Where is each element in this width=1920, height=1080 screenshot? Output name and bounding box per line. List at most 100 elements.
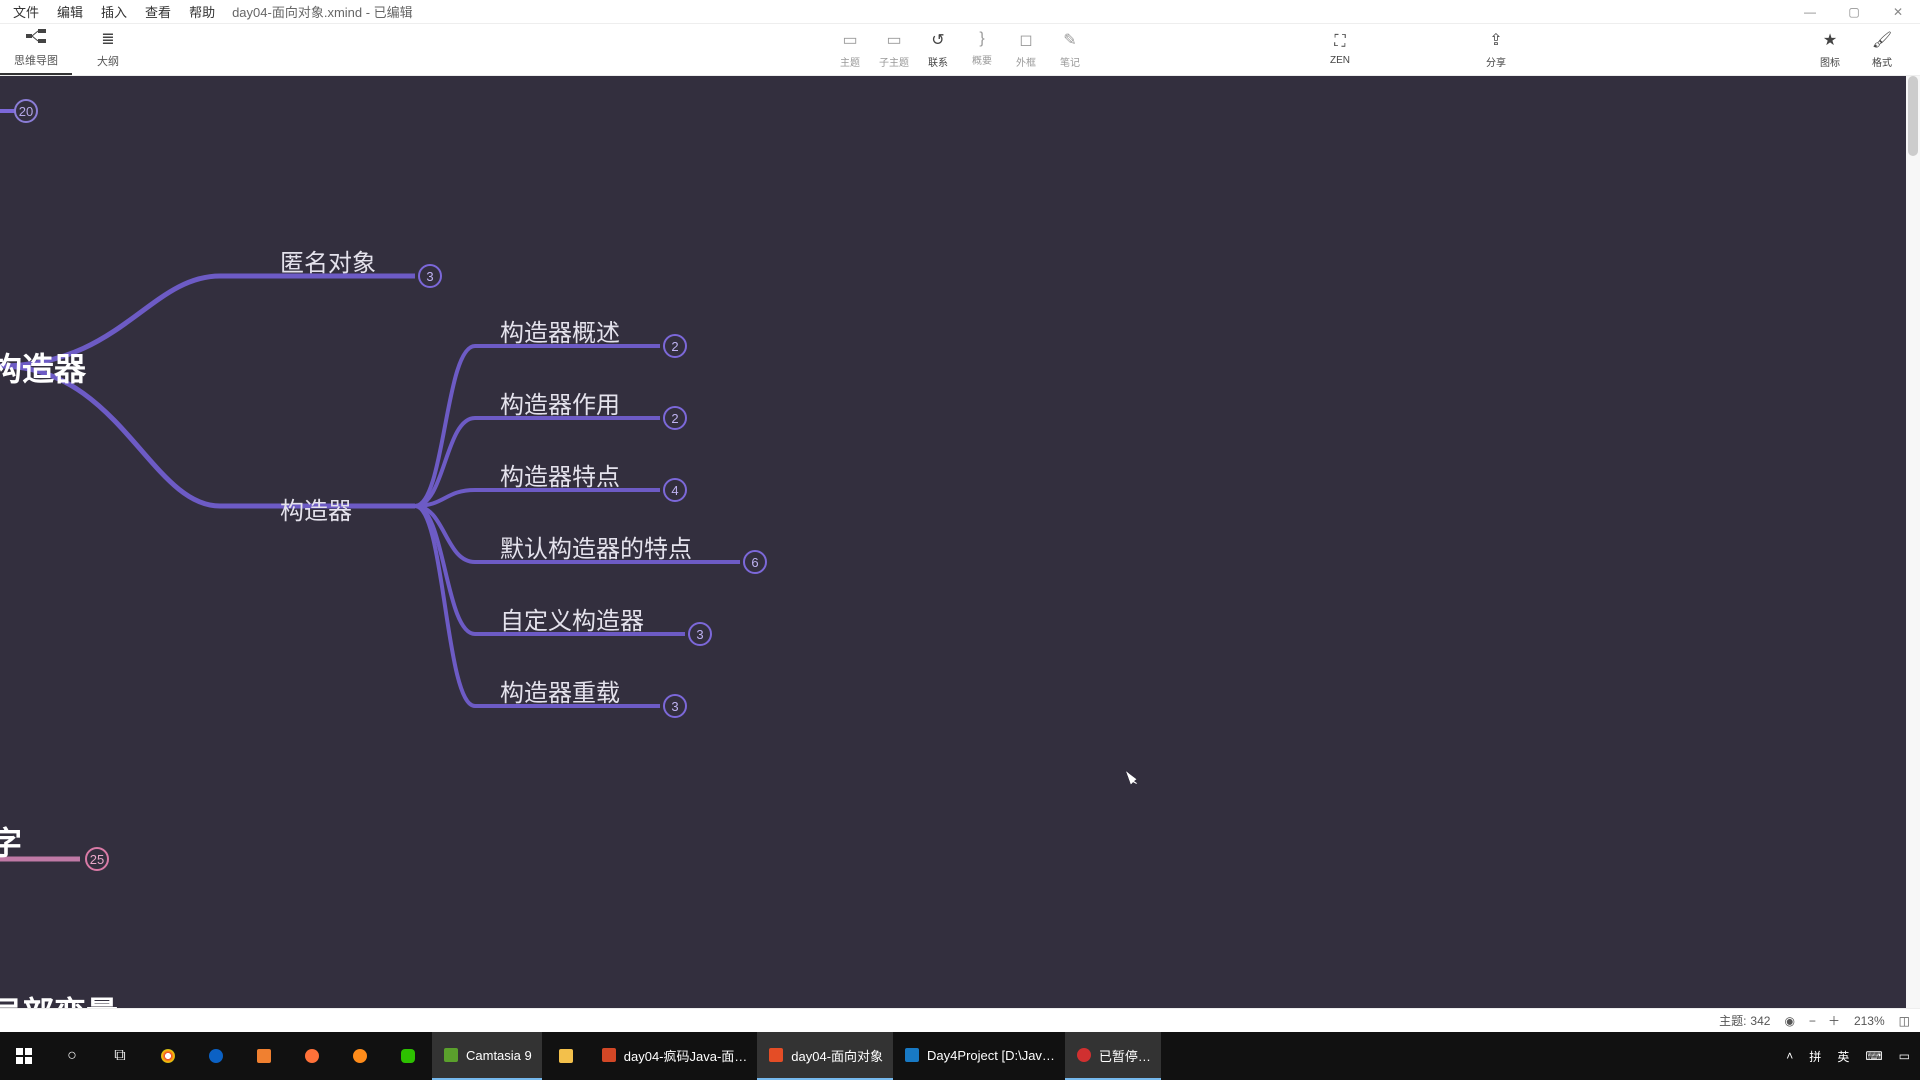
node-default-constructor-features[interactable]: 默认构造器的特点 (500, 529, 692, 564)
tab-outline-label: 大纲 (97, 53, 119, 69)
star-icon: ★ (1823, 30, 1837, 50)
edge-icon[interactable] (192, 1032, 240, 1080)
menu-insert[interactable]: 插入 (92, 0, 136, 24)
vertical-scroll-thumb[interactable] (1908, 76, 1918, 156)
start-button[interactable] (0, 1032, 48, 1080)
tray-ime1[interactable]: 拼 (1805, 1048, 1825, 1065)
toolbar-iconset-label: 图标 (1820, 54, 1840, 69)
menu-edit[interactable]: 编辑 (48, 0, 92, 24)
task-view-button[interactable]: ⧉ (96, 1032, 144, 1080)
toolbar-relation-label: 联系 (928, 54, 948, 69)
status-map-icon[interactable]: ◫ (1899, 1014, 1910, 1028)
zoom-in[interactable]: ＋ (1828, 1012, 1840, 1029)
window-close[interactable]: ✕ (1876, 0, 1920, 24)
task-xmind[interactable]: day04-面向对象 (757, 1032, 893, 1080)
toolbar-boundary-label: 外框 (1016, 54, 1036, 69)
node-anonymous-object[interactable]: 匿名对象 (280, 243, 376, 278)
windows-taskbar: ○ ⧉ Camtasia 9 day04-疯码Java-面… day04-面向对… (0, 1032, 1920, 1080)
tab-mindmap-label: 思维导图 (14, 52, 58, 68)
firefox-icon[interactable] (288, 1032, 336, 1080)
wechat-icon[interactable] (384, 1032, 432, 1080)
collapse-badge-c5[interactable]: 3 (663, 694, 687, 718)
root-node-constructor[interactable]: 构造器 (0, 344, 86, 390)
eye-icon: ◉ (1784, 1014, 1794, 1028)
status-topics-count: 342 (1750, 1014, 1770, 1028)
branch-lines (0, 76, 1920, 1054)
system-tray: ˄ 拼 英 ⌨ ▭ (1782, 1048, 1920, 1065)
status-topics-label: 主题: (1719, 1012, 1746, 1029)
toolbar-format[interactable]: 🖌 格式 (1856, 30, 1908, 69)
toolbar: 思维导图 ≣ 大纲 ▭ 主题 ▭ 子主题 ↺ 联系 } 概要 ◻ 外框 ✎ 笔 (0, 24, 1920, 76)
zen-icon: ⛶ (1334, 33, 1345, 51)
mindmap-icon (26, 29, 46, 48)
collapse-badge-c4[interactable]: 3 (688, 622, 712, 646)
tray-chevron-up-icon[interactable]: ˄ (1782, 1049, 1797, 1063)
tray-ime2[interactable]: 英 (1833, 1048, 1853, 1065)
task-camtasia[interactable]: Camtasia 9 (432, 1032, 542, 1080)
toolbar-format-label: 格式 (1872, 54, 1892, 69)
search-button[interactable]: ○ (48, 1032, 96, 1080)
task-idea-label: Day4Project [D:\Jav… (927, 1048, 1055, 1063)
root-node-char[interactable]: 字 (0, 818, 22, 864)
collapse-badge-c0[interactable]: 2 (663, 334, 687, 358)
node-custom-constructor[interactable]: 自定义构造器 (500, 601, 644, 636)
tab-mindmap[interactable]: 思维导图 (0, 24, 72, 75)
xmind-icon (767, 1046, 785, 1064)
toolbar-iconset[interactable]: ★ 图标 (1804, 30, 1856, 69)
toolbar-topic[interactable]: ▭ 主题 (828, 30, 872, 69)
collapse-badge-anon[interactable]: 3 (418, 264, 442, 288)
camtasia-icon (442, 1046, 460, 1064)
summary-icon: } (979, 30, 984, 48)
status-view-toggle[interactable]: ◉ (1784, 1014, 1794, 1028)
task-idea[interactable]: Day4Project [D:\Jav… (893, 1032, 1065, 1080)
outline-icon: ≣ (101, 29, 114, 49)
collapse-badge[interactable]: 20 (14, 99, 38, 123)
everything-icon[interactable] (336, 1032, 384, 1080)
toolbar-zen[interactable]: ⛶ ZEN (1312, 33, 1368, 66)
brush-icon: 🖌 (1872, 30, 1892, 50)
menu-file[interactable]: 文件 (4, 0, 48, 24)
collapse-badge-c3[interactable]: 6 (743, 550, 767, 574)
toolbar-boundary[interactable]: ◻ 外框 (1004, 30, 1048, 69)
tray-notifications-icon[interactable]: ▭ (1895, 1049, 1914, 1063)
collapse-badge-c1[interactable]: 2 (663, 406, 687, 430)
share-icon: ⇪ (1489, 30, 1502, 50)
relation-icon: ↺ (931, 30, 944, 50)
tray-keyboard-icon[interactable]: ⌨ (1861, 1049, 1886, 1063)
tab-outline[interactable]: ≣ 大纲 (72, 24, 144, 75)
node-constructor-features[interactable]: 构造器特点 (500, 457, 620, 492)
mindmap-canvas[interactable]: 20 构造器 匿名对象 3 构造器 构造器概述 2 构造器作用 2 构造器特点 … (0, 76, 1920, 1054)
task-camtasia-label: Camtasia 9 (466, 1048, 532, 1063)
toolbar-marker[interactable]: ✎ 笔记 (1048, 30, 1092, 69)
node-constructor[interactable]: 构造器 (280, 491, 352, 526)
toolbar-zen-label: ZEN (1330, 55, 1350, 66)
marker-icon: ✎ (1063, 30, 1076, 50)
app-icon-1[interactable] (240, 1032, 288, 1080)
zoom-out[interactable]: − (1809, 1014, 1816, 1028)
statusbar: 主题: 342 ◉ − ＋ 213% ◫ (0, 1008, 1920, 1032)
toolbar-subtopic-label: 子主题 (879, 54, 909, 69)
menu-view[interactable]: 查看 (136, 0, 180, 24)
node-constructor-overload[interactable]: 构造器重载 (500, 673, 620, 708)
vertical-scrollbar[interactable] (1906, 76, 1920, 1040)
task-paused[interactable]: 已暂停… (1065, 1032, 1161, 1080)
collapse-badge-c2[interactable]: 4 (663, 478, 687, 502)
menu-help[interactable]: 帮助 (180, 0, 224, 24)
window-maximize[interactable]: ▢ (1832, 0, 1876, 24)
toolbar-subtopic[interactable]: ▭ 子主题 (872, 30, 916, 69)
node-constructor-overview[interactable]: 构造器概述 (500, 313, 620, 348)
toolbar-summary[interactable]: } 概要 (960, 30, 1004, 69)
task-ppt-label: day04-疯码Java-面… (624, 1046, 748, 1065)
toolbar-share[interactable]: ⇪ 分享 (1468, 30, 1524, 69)
node-constructor-usage[interactable]: 构造器作用 (500, 385, 620, 420)
status-zoom[interactable]: 213% (1854, 1014, 1885, 1028)
chrome-icon[interactable] (144, 1032, 192, 1080)
window-minimize[interactable]: — (1788, 0, 1832, 24)
collapse-badge-pink[interactable]: 25 (85, 847, 109, 871)
ppt-icon (600, 1046, 618, 1064)
toolbar-marker-label: 笔记 (1060, 54, 1080, 69)
task-ppt[interactable]: day04-疯码Java-面… (590, 1032, 758, 1080)
topic-icon: ▭ (842, 30, 857, 50)
explorer-icon[interactable] (542, 1032, 590, 1080)
toolbar-relation[interactable]: ↺ 联系 (916, 30, 960, 69)
